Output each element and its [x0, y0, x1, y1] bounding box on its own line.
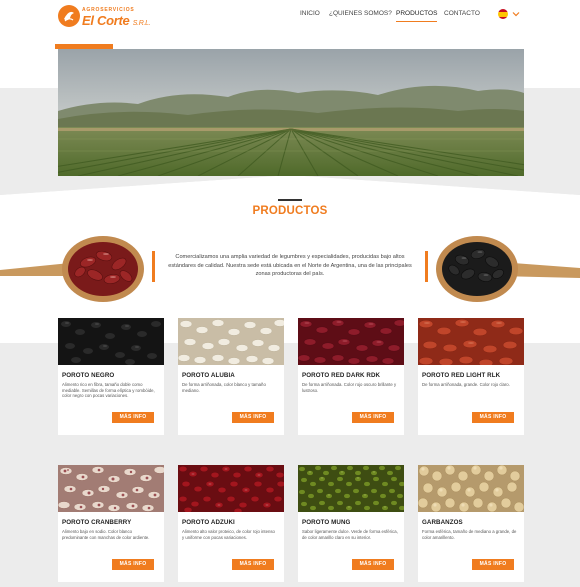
product-card-adzuki[interactable]: POROTO ADZUKI Alimento alto valor protei…: [178, 465, 284, 582]
hero-landscape-image: [58, 49, 524, 176]
brand-logo[interactable]: AGROSERVICIOS El Corte S.R.L.: [58, 5, 151, 31]
nav-productos[interactable]: PRODUCTOS: [396, 10, 438, 22]
more-info-button[interactable]: MÁS INFO: [472, 559, 514, 570]
brand-name-text: El Corte: [82, 13, 130, 28]
product-description: De forma arriñonada, color blanco y tama…: [182, 382, 266, 393]
more-info-button[interactable]: MÁS INFO: [112, 559, 154, 570]
product-description: Alimento rico en fibra, tamaño doble com…: [62, 382, 155, 399]
product-title: POROTO ALUBIA: [182, 372, 235, 379]
more-info-button[interactable]: MÁS INFO: [232, 559, 274, 570]
product-card-red-dark[interactable]: POROTO RED DARK RDK De forma arriñonada.…: [298, 318, 404, 435]
nav-contacto[interactable]: CONTACTO: [444, 10, 480, 17]
chickpeas-image: [418, 465, 524, 512]
product-title: POROTO RED DARK RDK: [302, 372, 381, 379]
spoon-black-beans-image: [436, 236, 580, 302]
adzuki-beans-image: [178, 465, 284, 512]
brand-name: El Corte S.R.L.: [82, 13, 151, 28]
logo-icon: [58, 5, 80, 27]
intro-accent-left: [152, 251, 155, 282]
product-description: Sabor ligeramente dulce. Verde de forma …: [302, 529, 398, 540]
spain-flag-icon[interactable]: [498, 9, 508, 19]
intro-text: Comercializamos una amplia variedad de l…: [168, 254, 412, 278]
product-card-garbanzos[interactable]: GARBANZOS Forma esférica, tamaño de medi…: [418, 465, 524, 582]
product-description: De forma arriñonada. Color rojo oscuro b…: [302, 382, 397, 393]
product-card-mung[interactable]: POROTO MUNG Sabor ligeramente dulce. Ver…: [298, 465, 404, 582]
nav-inicio[interactable]: INICIO: [300, 10, 320, 17]
product-card-red-light[interactable]: POROTO RED LIGHT RLK De forma arriñonada…: [418, 318, 524, 435]
product-title: POROTO RED LIGHT RLK: [422, 372, 501, 379]
product-card-negro[interactable]: POROTO NEGRO Alimento rico en fibra, tam…: [58, 318, 164, 435]
brand-suffix: S.R.L.: [132, 20, 151, 27]
title-decoration: [278, 199, 302, 201]
black-beans-image: [58, 318, 164, 365]
product-description: De forma arriñonada, grande. Color rojo …: [422, 382, 510, 387]
nav-quienes-somos[interactable]: ¿QUIENES SOMOS?: [329, 10, 392, 17]
dark-red-beans-image: [298, 318, 404, 365]
spoon-red-beans-image: [0, 236, 144, 302]
product-title: POROTO ADZUKI: [182, 519, 235, 526]
cranberry-beans-image: [58, 465, 164, 512]
section-title: PRODUCTOS: [252, 205, 328, 217]
more-info-button[interactable]: MÁS INFO: [112, 412, 154, 423]
product-description: Forma esférica, tamaño de mediano a gran…: [422, 529, 517, 540]
more-info-button[interactable]: MÁS INFO: [352, 559, 394, 570]
product-card-cranberry[interactable]: POROTO CRANBERRY Alimento bajo en sodio.…: [58, 465, 164, 582]
mung-beans-image: [298, 465, 404, 512]
site-header: AGROSERVICIOS El Corte S.R.L. INICIO ¿QU…: [0, 0, 580, 44]
intro-accent-right: [425, 251, 428, 282]
product-title: POROTO CRANBERRY: [62, 519, 132, 526]
white-beans-image: [178, 318, 284, 365]
product-description: Alimento alto valor proteico, de color r…: [182, 529, 275, 540]
product-title: GARBANZOS: [422, 519, 463, 526]
product-card-alubia[interactable]: POROTO ALUBIA De forma arriñonada, color…: [178, 318, 284, 435]
product-description: Alimento bajo en sodio. Color blanco pre…: [62, 529, 150, 540]
product-title: POROTO MUNG: [302, 519, 351, 526]
light-red-beans-image: [418, 318, 524, 365]
more-info-button[interactable]: MÁS INFO: [232, 412, 274, 423]
more-info-button[interactable]: MÁS INFO: [472, 412, 514, 423]
more-info-button[interactable]: MÁS INFO: [352, 412, 394, 423]
chevron-down-icon[interactable]: [512, 10, 520, 18]
product-title: POROTO NEGRO: [62, 372, 115, 379]
